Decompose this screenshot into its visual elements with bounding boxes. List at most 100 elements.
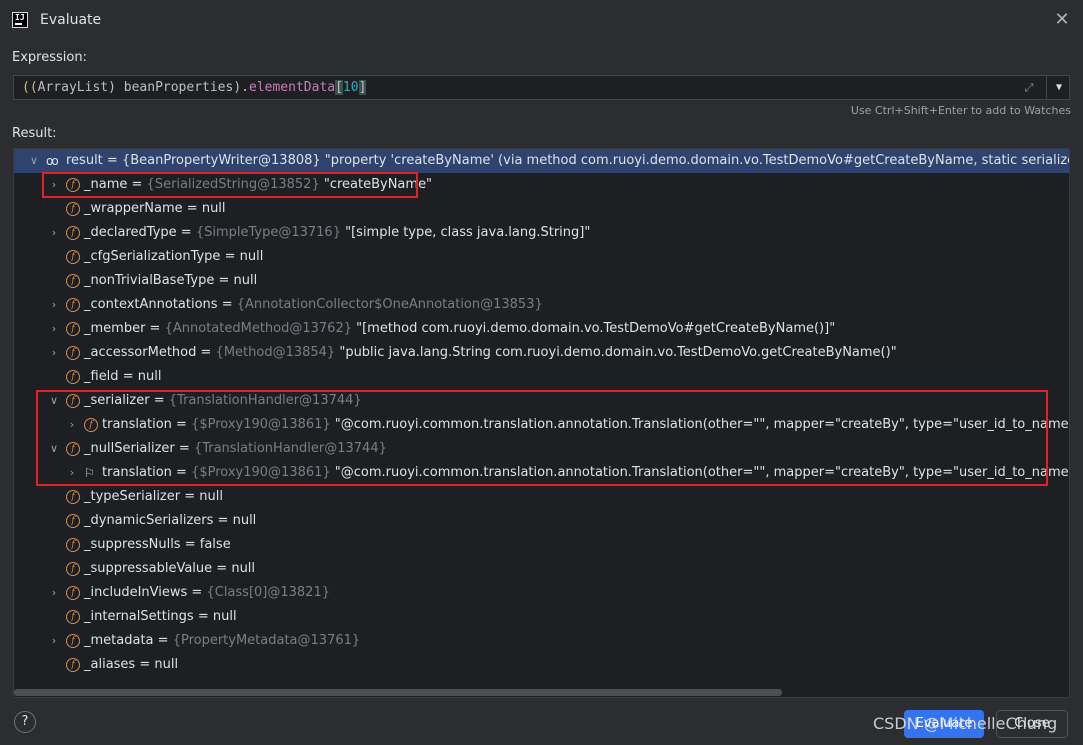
field-icon: f xyxy=(66,202,80,216)
chevron-right-icon[interactable]: › xyxy=(48,317,60,341)
expr-field: elementData xyxy=(249,80,336,95)
field-icon: f xyxy=(66,298,80,312)
field-eq: = xyxy=(180,489,200,504)
expr-paren: (( xyxy=(22,80,38,95)
root-value: "property 'createByName' (via method com… xyxy=(324,153,1069,168)
field-icon: f xyxy=(66,370,80,384)
field-icon: f xyxy=(66,658,80,672)
chevron-right-icon[interactable]: › xyxy=(48,629,60,653)
field-eq: = xyxy=(182,201,202,216)
field-name: _includeInViews xyxy=(84,585,188,600)
root-eq: = xyxy=(102,153,122,168)
tree-row[interactable]: f _suppressNulls = false xyxy=(14,533,1069,557)
field-eq: = xyxy=(212,561,232,576)
expr-dot: . xyxy=(241,80,249,95)
field-icon: f xyxy=(66,490,80,504)
field-name: _field xyxy=(84,369,119,384)
field-value: null xyxy=(231,561,256,576)
tree-row[interactable]: › f _contextAnnotations = {AnnotationColle… xyxy=(14,293,1069,317)
field-value: null xyxy=(154,657,179,672)
tree-row-result[interactable]: ∨ oo result = {BeanPropertyWriter@13808}… xyxy=(14,149,1069,173)
tree-row[interactable]: › f _metadata = {PropertyMetadata@13761} xyxy=(14,629,1069,653)
field-ref: {SimpleType@13716} xyxy=(195,225,341,240)
field-icon: f xyxy=(66,250,80,264)
field-name: _internalSettings xyxy=(84,609,194,624)
watches-hint: Use Ctrl+Shift+Enter to add to Watches xyxy=(850,104,1071,117)
tree-row[interactable]: f _nonTrivialBaseType = null xyxy=(14,269,1069,293)
field-eq: = xyxy=(180,537,200,552)
field-icon: f xyxy=(66,634,80,648)
field-icon: f xyxy=(66,610,80,624)
chevron-right-icon[interactable]: › xyxy=(48,221,60,245)
field-value: null xyxy=(201,201,226,216)
expression-label: Expression: xyxy=(12,50,87,65)
history-dropdown-icon[interactable]: ▼ xyxy=(1046,76,1071,99)
field-icon: f xyxy=(66,274,80,288)
field-icon: f xyxy=(66,514,80,528)
field-value: null xyxy=(212,609,237,624)
field-value: "public java.lang.String com.ruoyi.demo.… xyxy=(335,345,897,360)
tree-row[interactable]: › f _includeInViews = {Class[0]@13821} xyxy=(14,581,1069,605)
field-eq: = xyxy=(214,273,234,288)
field-name: _nonTrivialBaseType xyxy=(84,273,215,288)
field-name: _accessorMethod xyxy=(84,345,197,360)
field-ref: {Class[0]@13821} xyxy=(206,585,330,600)
chevron-down-icon[interactable]: ∨ xyxy=(28,149,40,173)
field-icon: f xyxy=(66,538,80,552)
field-eq: = xyxy=(135,657,155,672)
result-label: Result: xyxy=(12,126,57,141)
field-eq: = xyxy=(187,585,207,600)
dialog-title: Evaluate xyxy=(40,12,102,28)
field-value: false xyxy=(199,537,231,552)
help-button[interactable]: ? xyxy=(14,711,36,733)
chevron-right-icon[interactable]: › xyxy=(48,581,60,605)
tree-row[interactable]: f _wrapperName = null xyxy=(14,197,1069,221)
field-name: _metadata xyxy=(84,633,154,648)
expression-input[interactable]: ((ArrayList) beanProperties).elementData… xyxy=(13,75,1070,100)
root-name: result xyxy=(66,153,103,168)
chevron-right-icon[interactable]: › xyxy=(48,341,60,365)
expr-class: ArrayList xyxy=(37,80,109,95)
field-icon: f xyxy=(66,322,80,336)
field-icon: f xyxy=(66,562,80,576)
field-value: null xyxy=(233,273,258,288)
field-value: null xyxy=(232,513,257,528)
tree-row[interactable]: › f _declaredType = {SimpleType@13716} "[s… xyxy=(14,221,1069,245)
field-eq: = xyxy=(196,345,216,360)
field-ref: {Method@13854} xyxy=(215,345,336,360)
chevron-right-icon[interactable]: › xyxy=(48,293,60,317)
field-ref: {AnnotatedMethod@13762} xyxy=(164,321,352,336)
field-value: null xyxy=(199,489,223,504)
field-ref: {PropertyMetadata@13761} xyxy=(172,633,361,648)
tree-row[interactable]: f _cfgSerializationType = null xyxy=(14,245,1069,269)
field-name: _contextAnnotations xyxy=(84,297,218,312)
root-ref: {BeanPropertyWriter@13808} xyxy=(121,153,321,168)
field-name: _suppressableValue xyxy=(84,561,213,576)
close-icon[interactable]: ✕ xyxy=(1052,10,1072,30)
tree-row[interactable]: f _internalSettings = null xyxy=(14,605,1069,629)
expr-bracket-open: [ xyxy=(335,80,343,95)
field-eq: = xyxy=(145,321,165,336)
tree-row[interactable]: › f _member = {AnnotatedMethod@13762} "[me… xyxy=(14,317,1069,341)
tree-row[interactable]: f _typeSerializer = null xyxy=(14,485,1069,509)
tree-row[interactable]: › f _accessorMethod = {Method@13854} "publ… xyxy=(14,341,1069,365)
intellij-logo-icon: IJ xyxy=(12,12,28,28)
highlight-box-serializers xyxy=(36,390,1048,486)
expr-bracket-close: ] xyxy=(358,80,367,95)
field-name: _member xyxy=(84,321,146,336)
field-eq: = xyxy=(217,297,237,312)
horizontal-scrollbar[interactable] xyxy=(14,689,782,696)
tree-row[interactable]: f _dynamicSerializers = null xyxy=(14,509,1069,533)
field-ref: {AnnotationCollector$OneAnnotation@13853… xyxy=(236,297,543,312)
expr-identifier: ) beanProperties) xyxy=(108,80,242,95)
tree-row[interactable]: f _field = null xyxy=(14,365,1069,389)
field-value: "[simple type, class java.lang.String]" xyxy=(340,225,591,240)
field-name: _aliases xyxy=(84,657,136,672)
field-eq: = xyxy=(193,609,213,624)
field-eq: = xyxy=(118,369,138,384)
field-name: _typeSerializer xyxy=(84,489,181,504)
field-name: _declaredType xyxy=(84,225,177,240)
tree-row[interactable]: f _aliases = null xyxy=(14,653,1069,677)
tree-row[interactable]: f _suppressableValue = null xyxy=(14,557,1069,581)
expand-editor-icon[interactable]: ⤢ xyxy=(1018,76,1040,99)
